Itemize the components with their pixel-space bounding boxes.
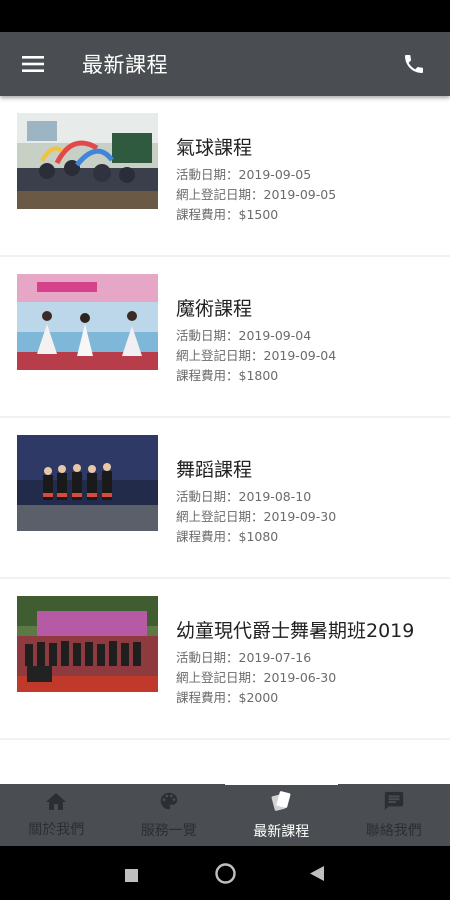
phone-icon[interactable]	[396, 46, 432, 82]
bottom-navigation: 關於我們 服務一覽 最新課程 聯絡我們	[0, 782, 450, 846]
recents-icon[interactable]	[125, 867, 138, 886]
home-icon	[45, 791, 67, 815]
course-fee: 課程費用：$2000	[176, 690, 279, 705]
register-date: 網上登記日期：2019-09-05	[176, 187, 337, 202]
course-thumbnail	[17, 435, 158, 531]
course-title: 幼童現代爵士舞暑期班2019	[176, 620, 415, 642]
course-card[interactable]: 舞蹈課程 活動日期：2019-08-10 網上登記日期：2019-09-30 課…	[0, 418, 450, 577]
course-fee: 課程費用：$1500	[176, 207, 279, 222]
nav-label: 聯絡我們	[365, 823, 422, 839]
page-title: 最新課程	[82, 53, 168, 77]
system-navigation-bar	[0, 846, 450, 900]
nav-item-about[interactable]: 關於我們	[0, 784, 113, 846]
course-title: 氣球課程	[176, 137, 253, 159]
nav-label: 服務一覽	[140, 823, 197, 839]
palette-icon	[158, 790, 180, 816]
back-icon[interactable]	[310, 866, 324, 885]
activity-date: 活動日期：2019-09-05	[176, 167, 312, 182]
course-thumbnail	[17, 113, 158, 209]
app-bar: 最新課程	[0, 32, 450, 96]
chat-icon	[383, 790, 405, 816]
register-date: 網上登記日期：2019-09-30	[176, 509, 337, 524]
course-thumbnail	[17, 274, 158, 370]
hamburger-menu-icon[interactable]	[18, 49, 48, 79]
nav-item-services[interactable]: 服務一覽	[113, 784, 226, 846]
activity-date: 活動日期：2019-08-10	[176, 489, 312, 504]
nav-label: 關於我們	[28, 822, 85, 838]
status-bar	[0, 0, 450, 32]
course-title: 魔術課程	[176, 298, 253, 320]
cards-icon	[269, 789, 293, 817]
nav-item-contact[interactable]: 聯絡我們	[338, 784, 450, 846]
course-card[interactable]: 氣球課程 活動日期：2019-09-05 網上登記日期：2019-09-05 課…	[0, 96, 450, 255]
register-date: 網上登記日期：2019-06-30	[176, 670, 337, 685]
nav-item-courses[interactable]: 最新課程	[225, 782, 338, 846]
home-button-icon[interactable]	[215, 863, 236, 888]
nav-label: 最新課程	[253, 824, 310, 840]
activity-date: 活動日期：2019-07-16	[176, 650, 312, 665]
register-date: 網上登記日期：2019-09-04	[176, 348, 337, 363]
course-fee: 課程費用：$1080	[176, 529, 279, 544]
course-thumbnail	[17, 596, 158, 692]
course-card[interactable]: 幼童現代爵士舞暑期班2019 活動日期：2019-07-16 網上登記日期：20…	[0, 579, 450, 738]
course-list[interactable]: 氣球課程 活動日期：2019-09-05 網上登記日期：2019-09-05 課…	[0, 96, 450, 784]
activity-date: 活動日期：2019-09-04	[176, 328, 312, 343]
course-card[interactable]: 魔術課程 活動日期：2019-09-04 網上登記日期：2019-09-04 課…	[0, 257, 450, 416]
course-fee: 課程費用：$1800	[176, 368, 279, 383]
course-card-partial[interactable]	[0, 740, 450, 784]
course-title: 舞蹈課程	[176, 459, 253, 481]
